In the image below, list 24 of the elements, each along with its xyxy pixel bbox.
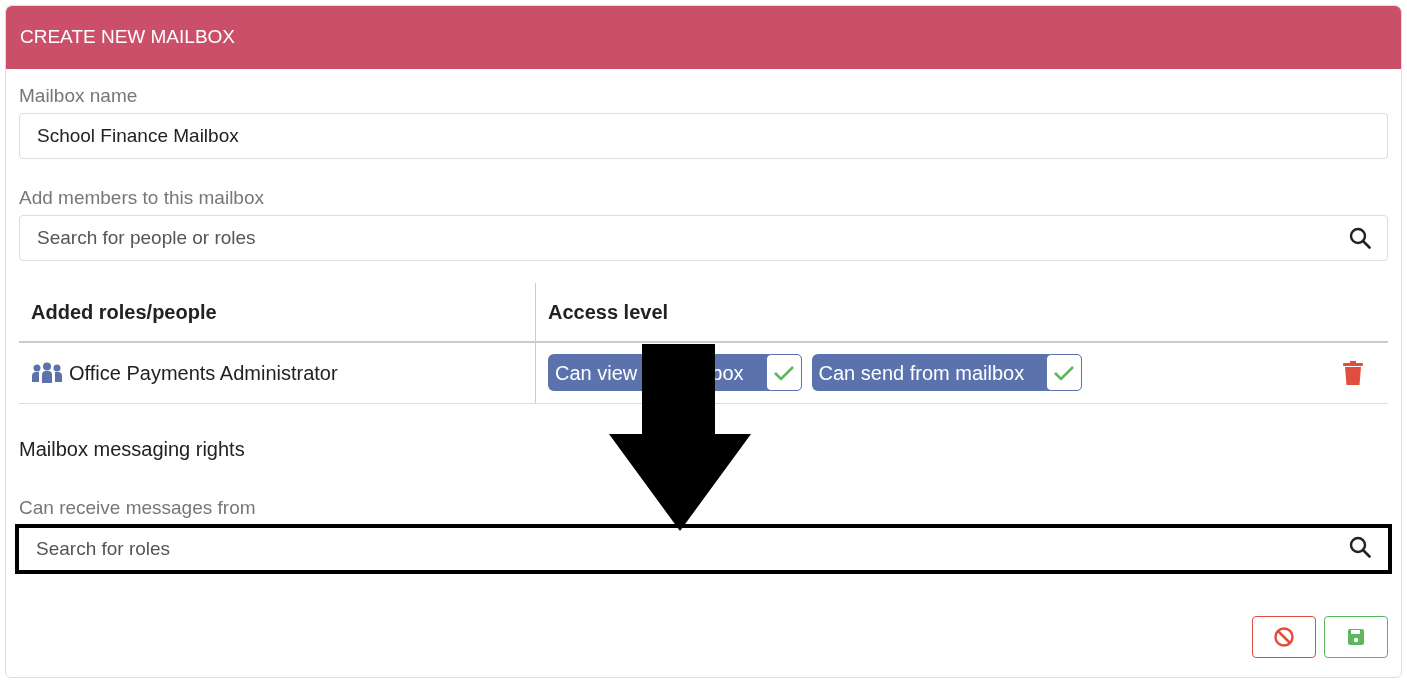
checkbox[interactable] [765,354,802,392]
badge-text: Can view [555,360,638,385]
section-title: Mailbox messaging rights [19,436,246,461]
delete-button[interactable] [1342,360,1364,385]
prohibited-icon [1273,626,1295,649]
access-badge: Can send from mailbox [811,354,1083,392]
column-header: Access level [548,299,669,324]
search-field[interactable]: Search for roles [15,524,1392,575]
cancel-button[interactable] [1252,616,1316,659]
checkbox[interactable] [1046,354,1083,392]
field-label: Mailbox name [19,85,139,108]
field-label: Add members to this mailbox [19,186,265,210]
check-icon [1053,363,1076,382]
people-icon [31,361,63,384]
column-header: Added roles/people [31,299,217,324]
save-button[interactable] [1324,616,1388,659]
search-icon [1349,226,1371,249]
role-name: Office Payments Administrator [69,360,338,385]
field-label: Can receive messages from [19,496,257,520]
input-field[interactable]: School Finance Mailbox [19,112,1388,159]
trash-icon [1342,360,1364,385]
search-icon [1349,536,1371,559]
check-icon [772,363,795,382]
dialog-title: CREATE NEW MAILBOX [20,26,235,49]
